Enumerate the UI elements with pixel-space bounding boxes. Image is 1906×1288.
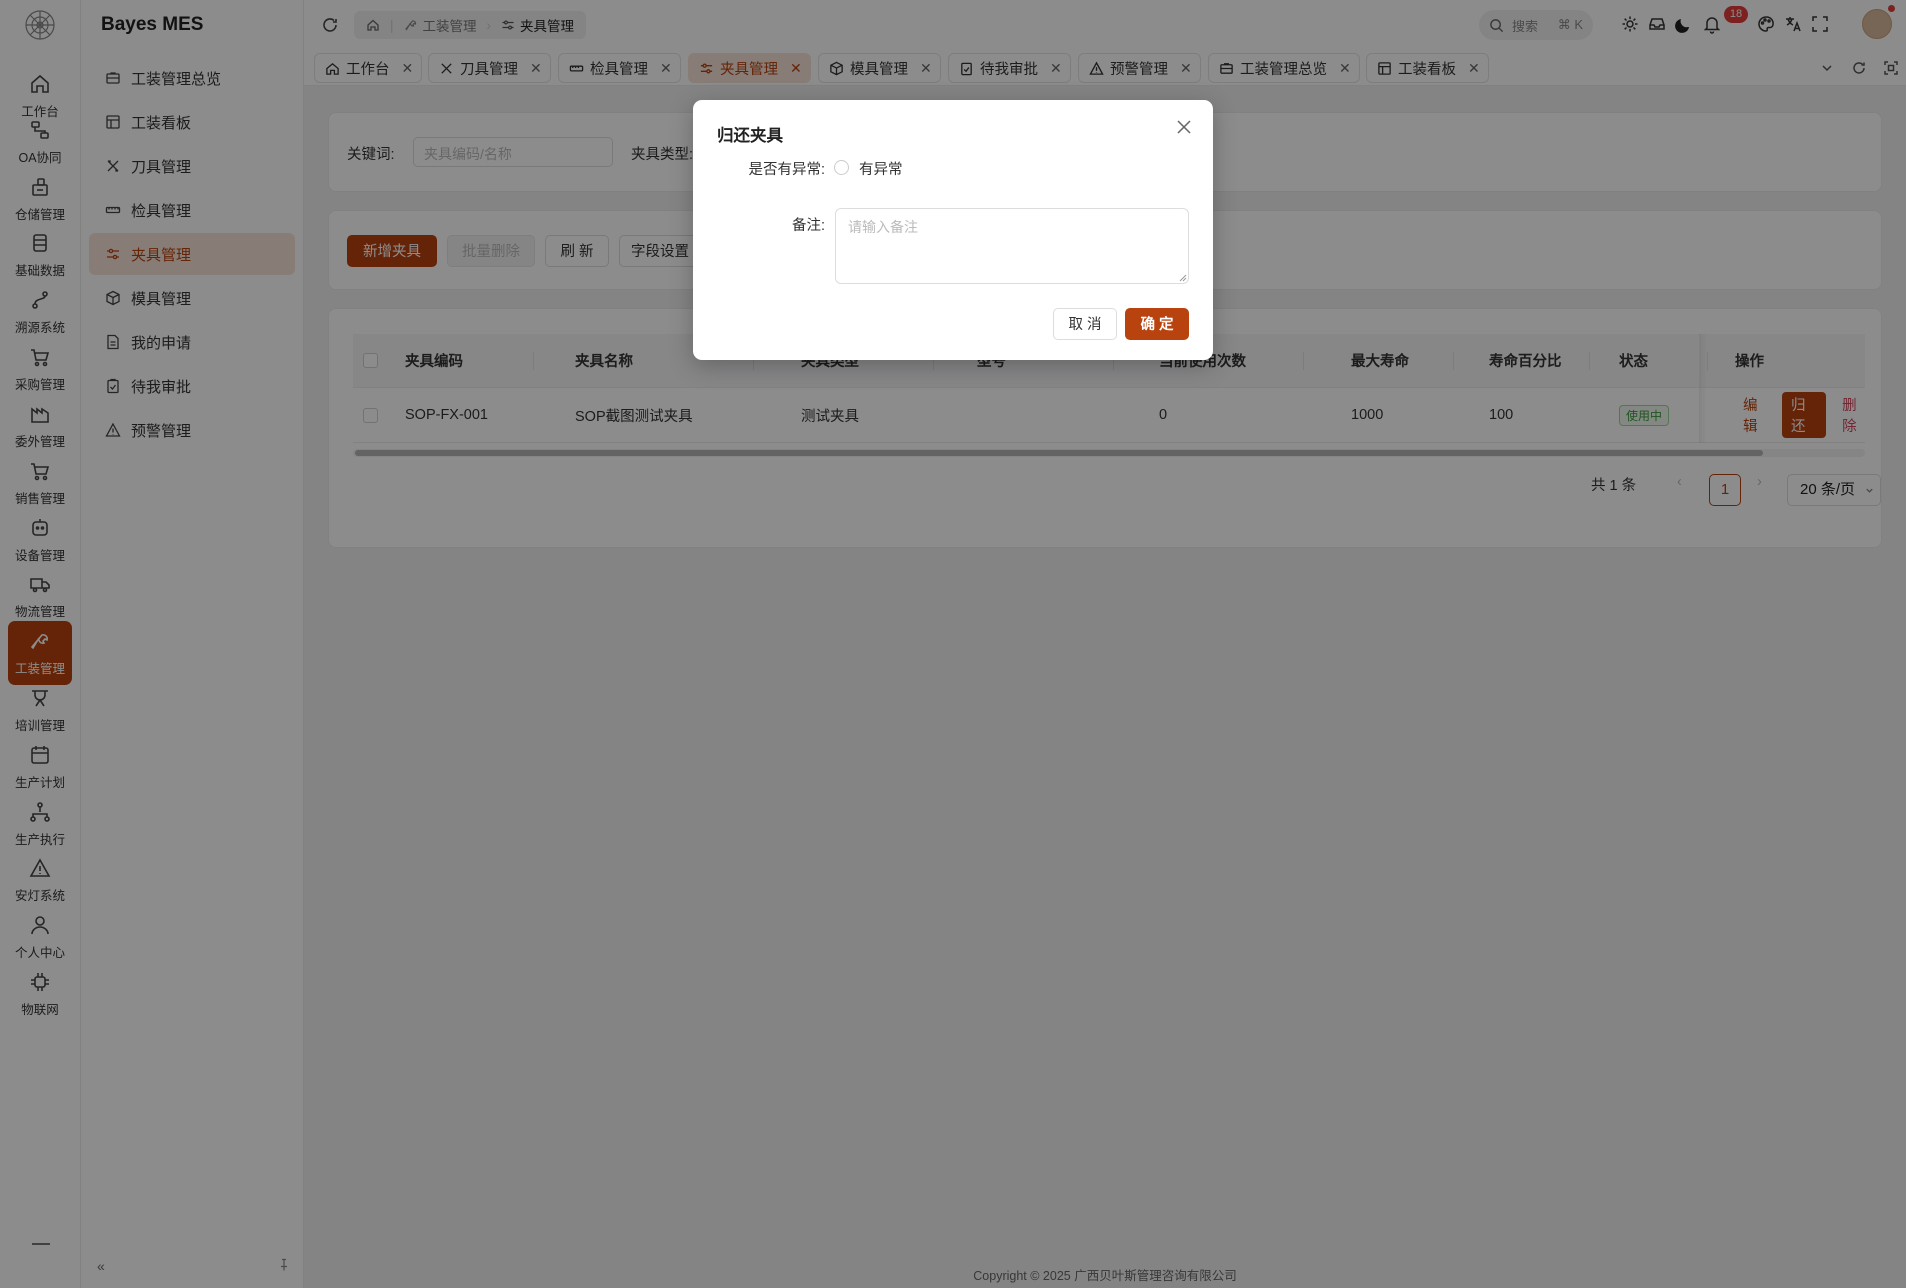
remark-label: 备注: [791,218,825,234]
abnormal-label: 是否有异常: [748,162,825,178]
cancel-button[interactable]: 取 消 [1053,308,1117,340]
resize-handle-icon[interactable] [1179,274,1187,282]
abnormal-option-label[interactable]: 有异常 [859,158,903,179]
remark-textarea[interactable]: 请输入备注 [835,208,1189,284]
dialog-title: 归还夹具 [717,127,783,145]
close-icon[interactable] [1175,118,1193,136]
abnormal-checkbox[interactable] [834,160,849,175]
confirm-button[interactable]: 确 定 [1125,308,1189,340]
return-fixture-dialog: 归还夹具 是否有异常: 有异常 备注: 请输入备注 取 消 确 定 [693,100,1213,360]
